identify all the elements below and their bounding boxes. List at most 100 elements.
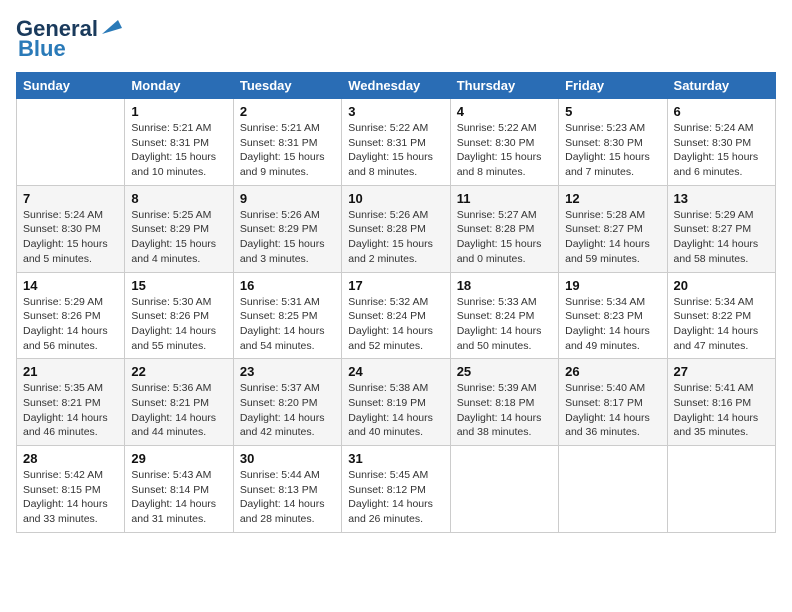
day-info: Sunrise: 5:24 AMSunset: 8:30 PMDaylight:… (23, 208, 118, 267)
day-number: 9 (240, 191, 335, 206)
calendar-table: SundayMondayTuesdayWednesdayThursdayFrid… (16, 72, 776, 533)
day-info: Sunrise: 5:39 AMSunset: 8:18 PMDaylight:… (457, 381, 552, 440)
day-number: 20 (674, 278, 769, 293)
header-friday: Friday (559, 73, 667, 99)
day-cell: 28 Sunrise: 5:42 AMSunset: 8:15 PMDayligh… (17, 446, 125, 533)
day-cell: 29 Sunrise: 5:43 AMSunset: 8:14 PMDayligh… (125, 446, 233, 533)
day-number: 2 (240, 104, 335, 119)
day-info: Sunrise: 5:35 AMSunset: 8:21 PMDaylight:… (23, 381, 118, 440)
day-number: 21 (23, 364, 118, 379)
logo-blue: Blue (18, 36, 66, 62)
day-info: Sunrise: 5:40 AMSunset: 8:17 PMDaylight:… (565, 381, 660, 440)
day-cell: 23Sunrise: 5:37 AMSunset: 8:20 PMDayligh… (233, 359, 341, 446)
calendar-header-row: SundayMondayTuesdayWednesdayThursdayFrid… (17, 73, 776, 99)
day-number: 28 (23, 451, 118, 466)
day-cell: 26 Sunrise: 5:40 AMSunset: 8:17 PMDayligh… (559, 359, 667, 446)
day-info: Sunrise: 5:22 AMSunset: 8:30 PMDaylight:… (457, 121, 552, 180)
header-thursday: Thursday (450, 73, 558, 99)
header-sunday: Sunday (17, 73, 125, 99)
day-info: Sunrise: 5:22 AMSunset: 8:31 PMDaylight:… (348, 121, 443, 180)
day-cell: 11 Sunrise: 5:27 AMSunset: 8:28 PMDayligh… (450, 185, 558, 272)
day-info: Sunrise: 5:30 AMSunset: 8:26 PMDaylight:… (131, 295, 226, 354)
week-row-5: 28 Sunrise: 5:42 AMSunset: 8:15 PMDayligh… (17, 446, 776, 533)
day-cell: 18 Sunrise: 5:33 AMSunset: 8:24 PMDayligh… (450, 272, 558, 359)
day-cell: 5 Sunrise: 5:23 AMSunset: 8:30 PMDaylight… (559, 99, 667, 186)
day-number: 13 (674, 191, 769, 206)
logo-icon (100, 16, 122, 38)
week-row-1: 1 Sunrise: 5:21 AMSunset: 8:31 PMDaylight… (17, 99, 776, 186)
day-number: 11 (457, 191, 552, 206)
day-cell: 9 Sunrise: 5:26 AMSunset: 8:29 PMDaylight… (233, 185, 341, 272)
day-info: Sunrise: 5:37 AMSunset: 8:20 PMDaylight:… (240, 381, 335, 440)
day-info: Sunrise: 5:42 AMSunset: 8:15 PMDaylight:… (23, 468, 118, 527)
day-info: Sunrise: 5:26 AMSunset: 8:29 PMDaylight:… (240, 208, 335, 267)
day-info: Sunrise: 5:41 AMSunset: 8:16 PMDaylight:… (674, 381, 769, 440)
day-cell: 20Sunrise: 5:34 AMSunset: 8:22 PMDayligh… (667, 272, 775, 359)
day-info: Sunrise: 5:21 AMSunset: 8:31 PMDaylight:… (131, 121, 226, 180)
day-info: Sunrise: 5:23 AMSunset: 8:30 PMDaylight:… (565, 121, 660, 180)
day-number: 6 (674, 104, 769, 119)
header-monday: Monday (125, 73, 233, 99)
day-cell: 12 Sunrise: 5:28 AMSunset: 8:27 PMDayligh… (559, 185, 667, 272)
day-cell: 16Sunrise: 5:31 AMSunset: 8:25 PMDayligh… (233, 272, 341, 359)
day-number: 17 (348, 278, 443, 293)
day-info: Sunrise: 5:24 AMSunset: 8:30 PMDaylight:… (674, 121, 769, 180)
day-number: 27 (674, 364, 769, 379)
day-cell: 4 Sunrise: 5:22 AMSunset: 8:30 PMDaylight… (450, 99, 558, 186)
day-cell: 6 Sunrise: 5:24 AMSunset: 8:30 PMDaylight… (667, 99, 775, 186)
day-info: Sunrise: 5:29 AMSunset: 8:26 PMDaylight:… (23, 295, 118, 354)
day-cell (667, 446, 775, 533)
day-cell: 8 Sunrise: 5:25 AMSunset: 8:29 PMDaylight… (125, 185, 233, 272)
day-info: Sunrise: 5:25 AMSunset: 8:29 PMDaylight:… (131, 208, 226, 267)
day-info: Sunrise: 5:44 AMSunset: 8:13 PMDaylight:… (240, 468, 335, 527)
day-cell: 22 Sunrise: 5:36 AMSunset: 8:21 PMDayligh… (125, 359, 233, 446)
page-header: General Blue (16, 16, 776, 62)
day-number: 31 (348, 451, 443, 466)
day-info: Sunrise: 5:36 AMSunset: 8:21 PMDaylight:… (131, 381, 226, 440)
day-number: 12 (565, 191, 660, 206)
day-cell: 19 Sunrise: 5:34 AMSunset: 8:23 PMDayligh… (559, 272, 667, 359)
day-info: Sunrise: 5:43 AMSunset: 8:14 PMDaylight:… (131, 468, 226, 527)
day-number: 5 (565, 104, 660, 119)
day-number: 29 (131, 451, 226, 466)
day-number: 30 (240, 451, 335, 466)
day-cell: 24 Sunrise: 5:38 AMSunset: 8:19 PMDayligh… (342, 359, 450, 446)
day-info: Sunrise: 5:27 AMSunset: 8:28 PMDaylight:… (457, 208, 552, 267)
day-cell (559, 446, 667, 533)
week-row-4: 21 Sunrise: 5:35 AMSunset: 8:21 PMDayligh… (17, 359, 776, 446)
day-number: 19 (565, 278, 660, 293)
day-cell (17, 99, 125, 186)
day-cell: 10Sunrise: 5:26 AMSunset: 8:28 PMDayligh… (342, 185, 450, 272)
week-row-3: 14Sunrise: 5:29 AMSunset: 8:26 PMDayligh… (17, 272, 776, 359)
day-info: Sunrise: 5:21 AMSunset: 8:31 PMDaylight:… (240, 121, 335, 180)
day-info: Sunrise: 5:38 AMSunset: 8:19 PMDaylight:… (348, 381, 443, 440)
day-number: 25 (457, 364, 552, 379)
day-cell: 27 Sunrise: 5:41 AMSunset: 8:16 PMDayligh… (667, 359, 775, 446)
day-info: Sunrise: 5:34 AMSunset: 8:23 PMDaylight:… (565, 295, 660, 354)
day-number: 15 (131, 278, 226, 293)
day-cell: 30 Sunrise: 5:44 AMSunset: 8:13 PMDayligh… (233, 446, 341, 533)
day-info: Sunrise: 5:31 AMSunset: 8:25 PMDaylight:… (240, 295, 335, 354)
day-info: Sunrise: 5:28 AMSunset: 8:27 PMDaylight:… (565, 208, 660, 267)
day-cell: 13Sunrise: 5:29 AMSunset: 8:27 PMDayligh… (667, 185, 775, 272)
day-cell: 2 Sunrise: 5:21 AMSunset: 8:31 PMDaylight… (233, 99, 341, 186)
day-cell (450, 446, 558, 533)
day-number: 7 (23, 191, 118, 206)
day-number: 8 (131, 191, 226, 206)
day-number: 26 (565, 364, 660, 379)
header-tuesday: Tuesday (233, 73, 341, 99)
day-number: 24 (348, 364, 443, 379)
day-cell: 14Sunrise: 5:29 AMSunset: 8:26 PMDayligh… (17, 272, 125, 359)
logo: General Blue (16, 16, 122, 62)
day-info: Sunrise: 5:33 AMSunset: 8:24 PMDaylight:… (457, 295, 552, 354)
day-number: 4 (457, 104, 552, 119)
day-number: 10 (348, 191, 443, 206)
day-cell: 15 Sunrise: 5:30 AMSunset: 8:26 PMDayligh… (125, 272, 233, 359)
day-number: 22 (131, 364, 226, 379)
day-cell: 25 Sunrise: 5:39 AMSunset: 8:18 PMDayligh… (450, 359, 558, 446)
day-cell: 21 Sunrise: 5:35 AMSunset: 8:21 PMDayligh… (17, 359, 125, 446)
day-cell: 17Sunrise: 5:32 AMSunset: 8:24 PMDayligh… (342, 272, 450, 359)
day-number: 18 (457, 278, 552, 293)
week-row-2: 7 Sunrise: 5:24 AMSunset: 8:30 PMDaylight… (17, 185, 776, 272)
day-number: 1 (131, 104, 226, 119)
